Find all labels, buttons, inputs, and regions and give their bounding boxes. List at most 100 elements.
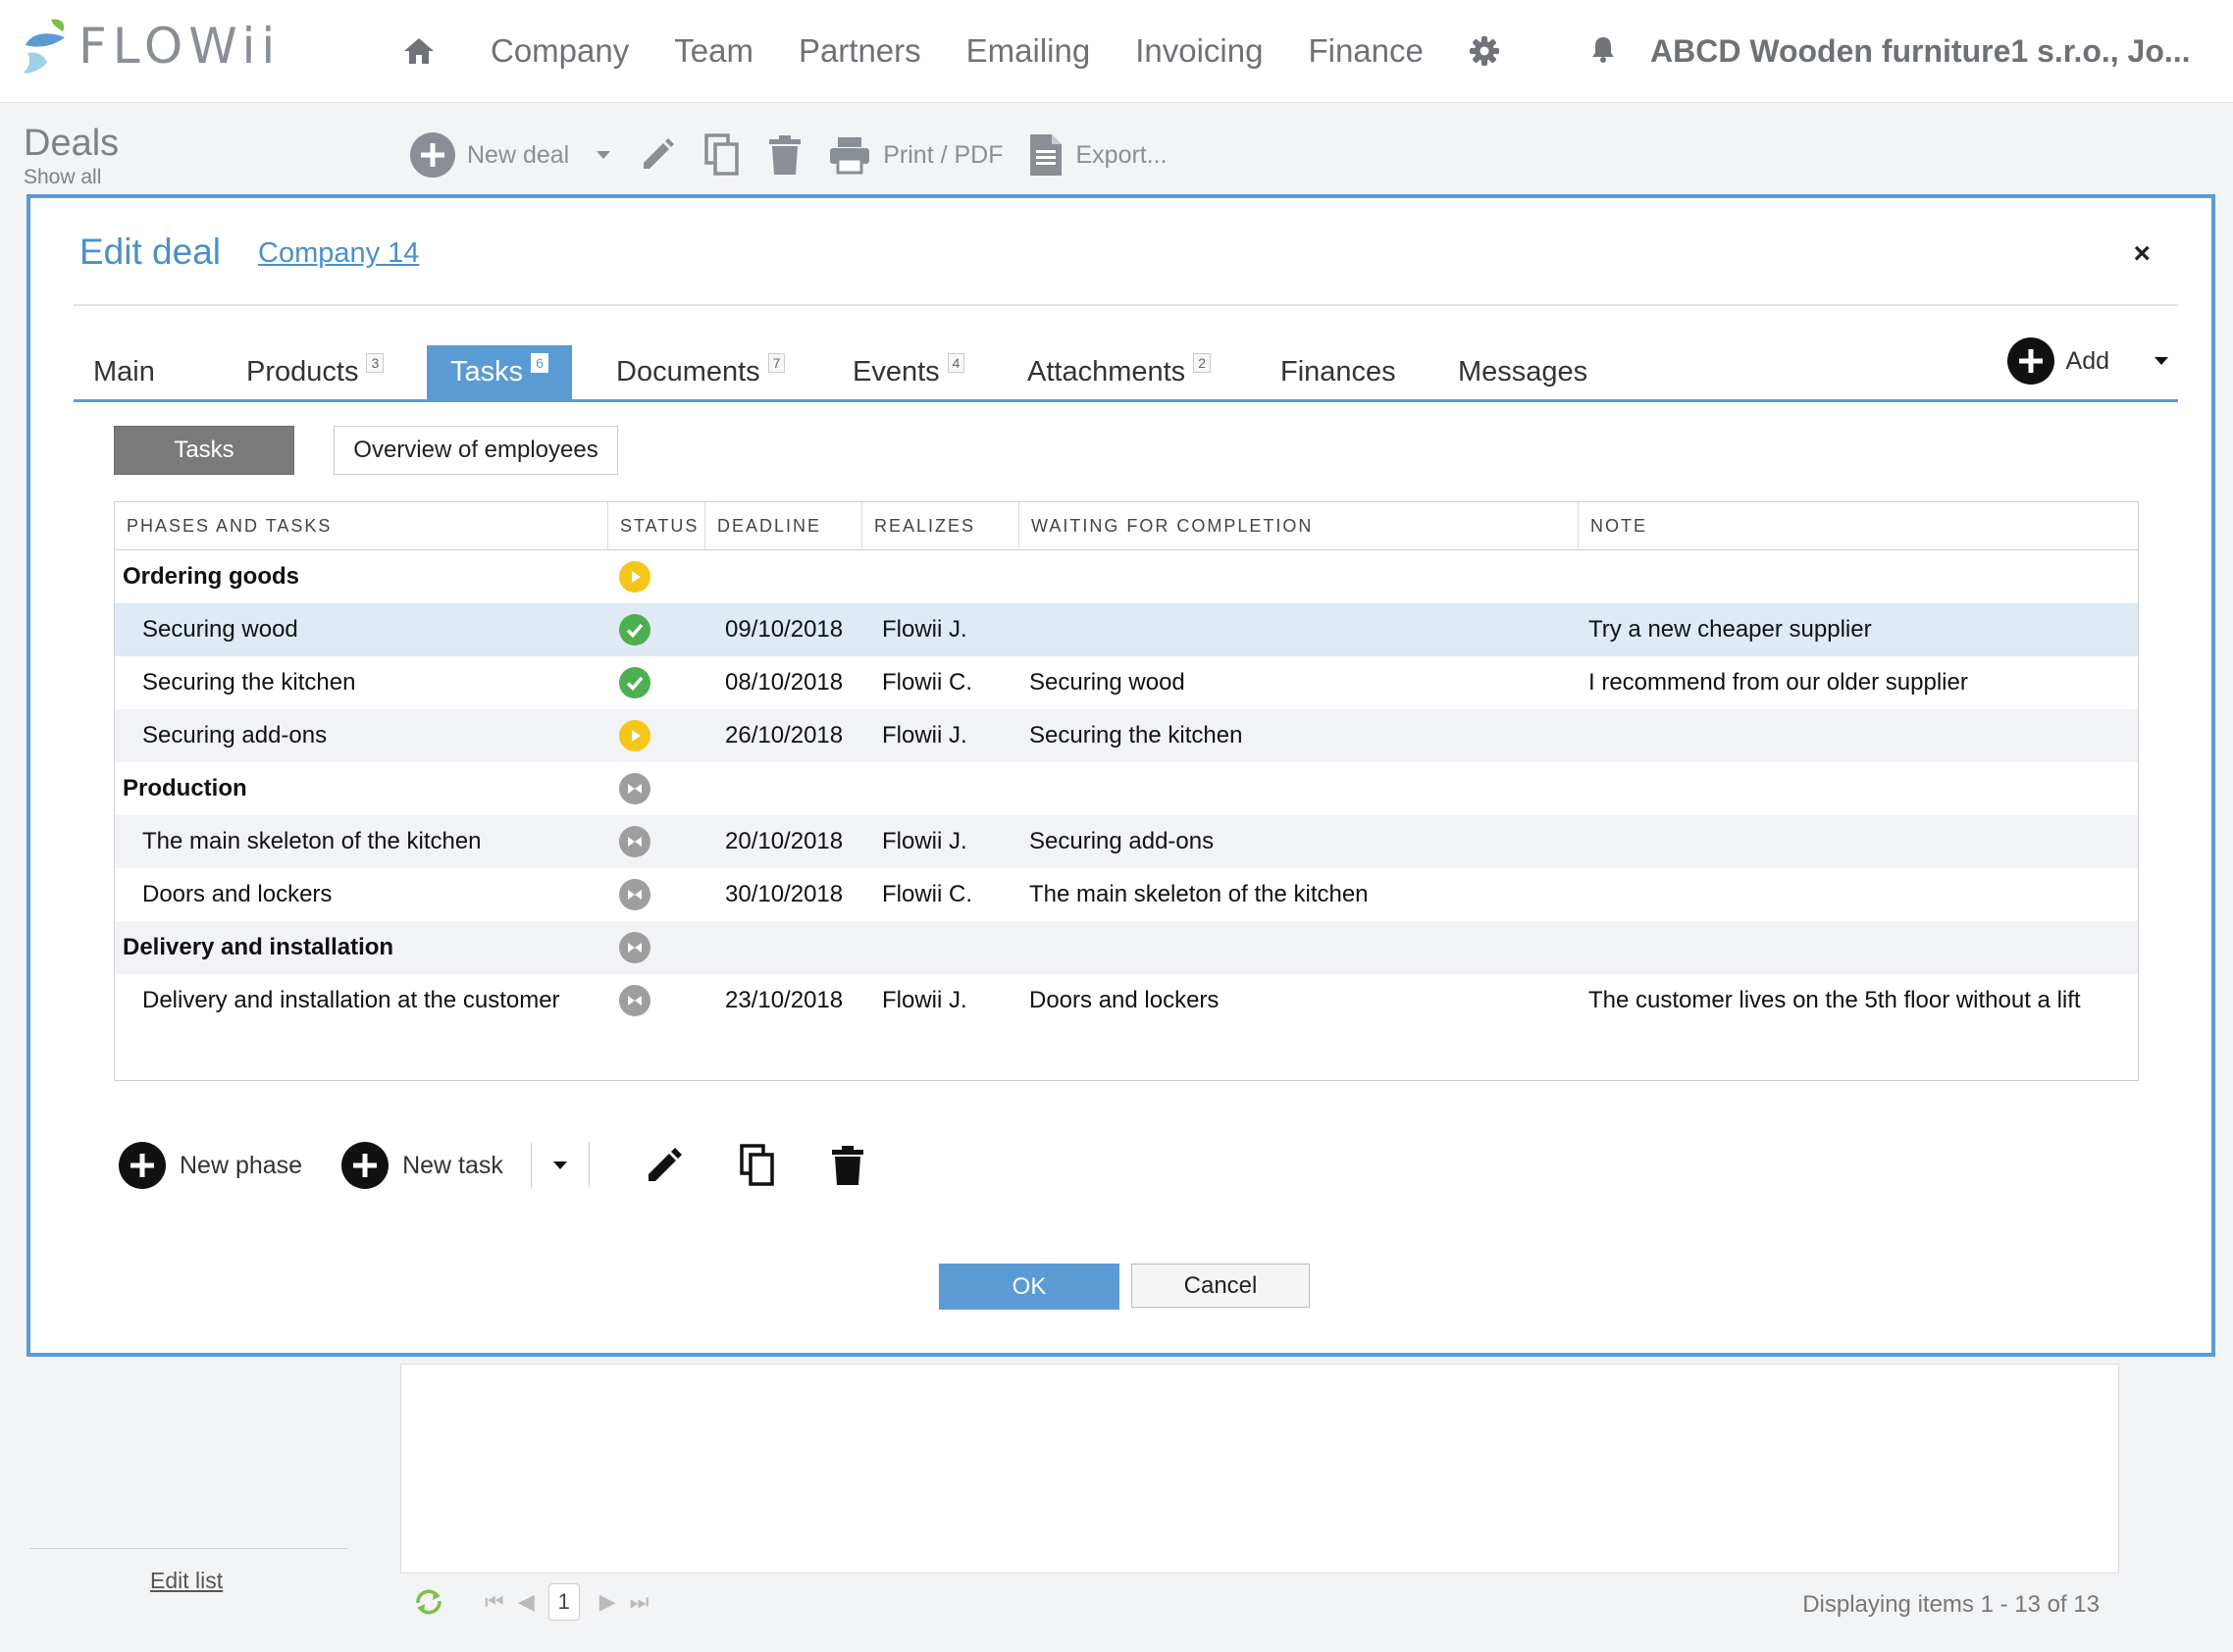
task-row[interactable]: Securing wood 09/10/2018 Flowii J. Try a ne… — [115, 603, 2138, 656]
task-row[interactable]: Delivery and installation at the custome… — [115, 974, 2138, 1027]
copy-icon — [704, 133, 739, 176]
nav-item-emailing[interactable]: Emailing — [966, 32, 1091, 70]
new-phase-button[interactable]: New phase — [119, 1142, 302, 1189]
copy-icon — [740, 1144, 774, 1186]
tab-count-badge: 6 — [531, 352, 548, 373]
trash-icon — [769, 135, 802, 175]
copy-task-button[interactable] — [739, 1144, 776, 1187]
new-task-button[interactable]: New task — [341, 1142, 503, 1189]
status-done-check-icon — [619, 614, 650, 645]
task-row[interactable]: The main skeleton of the kitchen 20/10/20… — [115, 815, 2138, 868]
page-title: Deals — [24, 123, 120, 164]
cell-name: The main skeleton of the kitchen — [142, 828, 482, 854]
last-page-icon[interactable]: ⏭ — [630, 1589, 649, 1615]
displaying-items-text: Displaying items 1 - 13 of 13 — [1802, 1591, 2100, 1618]
edit-deal-button[interactable] — [638, 135, 677, 175]
tab-label: Products — [246, 356, 359, 387]
column-header[interactable]: REALIZES — [861, 502, 1018, 549]
new-deal-label: New deal — [467, 140, 570, 169]
nav-item-finance[interactable]: Finance — [1308, 32, 1423, 70]
dialog-title: Edit deal — [79, 232, 221, 272]
tab-events[interactable]: Events 4 — [853, 345, 965, 399]
grid-header: PHASES AND TASKS STATUS DEADLINE REALIZE… — [115, 502, 2138, 550]
deals-toolbar: New deal Print / PDF Export... — [410, 132, 1193, 178]
next-page-icon[interactable]: ▶ — [599, 1589, 616, 1615]
tab-count-badge: 2 — [1193, 352, 1211, 373]
plus-circle-icon — [2006, 337, 2054, 385]
logo[interactable]: FLOWii — [22, 16, 281, 77]
export-button[interactable]: Export... — [1028, 132, 1168, 178]
new-deal-dropdown[interactable] — [595, 149, 612, 161]
cell-waiting: Securing the kitchen — [1029, 722, 1243, 749]
sidebar-divider — [29, 1548, 347, 1549]
account-area: ABCD Wooden furniture1 s.r.o., Jo... — [1589, 0, 2191, 102]
delete-deal-button[interactable] — [767, 134, 803, 176]
account-name[interactable]: ABCD Wooden furniture1 s.r.o., Jo... — [1650, 33, 2191, 70]
print-pdf-button[interactable]: Print / PDF — [828, 135, 1003, 175]
nav-item-team[interactable]: Team — [674, 32, 753, 70]
nav-item-invoicing[interactable]: Invoicing — [1135, 32, 1263, 70]
cancel-button[interactable]: Cancel — [1131, 1264, 1310, 1308]
cell-note: Try a new cheaper supplier — [1588, 616, 1872, 643]
task-view-switch: Tasks Overview of employees — [114, 426, 618, 475]
phase-row[interactable]: Ordering goods — [115, 550, 2138, 603]
cell-realizes: Flowii C. — [882, 669, 973, 696]
cell-waiting: Doors and lockers — [1029, 987, 1220, 1013]
cell-deadline: 30/10/2018 — [725, 881, 844, 907]
phase-row[interactable]: Production — [115, 762, 2138, 815]
prev-page-icon[interactable]: ◀ — [518, 1589, 535, 1615]
logo-text: FLOWii — [78, 18, 282, 75]
cell-name: Securing wood — [142, 616, 298, 643]
task-row[interactable]: Securing the kitchen 08/10/2018 Flowii C. S… — [115, 656, 2138, 709]
pencil-icon — [648, 1148, 682, 1181]
printer-icon — [830, 137, 870, 175]
notification-bell-icon[interactable] — [1589, 34, 1617, 69]
dialog-divider — [74, 304, 2178, 306]
copy-deal-button[interactable] — [702, 133, 742, 177]
company-link[interactable]: Company 14 — [258, 237, 419, 270]
nav-item-partners[interactable]: Partners — [799, 32, 921, 70]
tab-label: Attachments — [1027, 356, 1186, 387]
plus-circle-icon — [119, 1142, 166, 1189]
column-header[interactable]: NOTE — [1578, 502, 2138, 549]
tab-main[interactable]: Main — [93, 345, 155, 399]
page-number[interactable]: 1 — [547, 1583, 580, 1621]
edit-list-link[interactable]: Edit list — [150, 1568, 223, 1594]
export-label: Export... — [1075, 140, 1168, 169]
tab-documents[interactable]: Documents 7 — [616, 345, 786, 399]
tab-tasks[interactable]: Tasks 6 — [427, 345, 572, 399]
edit-task-button[interactable] — [645, 1146, 684, 1185]
column-header[interactable]: WAITING FOR COMPLETION — [1018, 502, 1578, 549]
task-row[interactable]: Securing add-ons 26/10/2018 Flowii J. Secur… — [115, 709, 2138, 762]
cell-waiting: Securing add-ons — [1029, 828, 1215, 854]
trash-icon — [831, 1146, 863, 1185]
tab-label: Messages — [1458, 356, 1588, 387]
ok-button[interactable]: OK — [939, 1264, 1119, 1310]
add-button[interactable]: Add — [2006, 337, 2170, 385]
first-page-icon[interactable]: ⏮ — [485, 1589, 504, 1615]
column-header[interactable]: STATUS — [607, 502, 704, 549]
new-deal-button[interactable]: New deal — [410, 132, 569, 178]
cell-note: I recommend from our older supplier — [1588, 669, 1968, 696]
new-task-dropdown[interactable] — [551, 1160, 569, 1171]
status-waiting-icon — [619, 773, 650, 804]
phase-row[interactable]: Delivery and installation — [115, 921, 2138, 974]
page-filter-label[interactable]: Show all — [24, 166, 101, 189]
task-row[interactable]: Doors and lockers 30/10/2018 Flowii C. The … — [115, 868, 2138, 921]
column-header[interactable]: PHASES AND TASKS — [115, 502, 607, 549]
column-header[interactable]: DEADLINE — [704, 502, 861, 549]
tab-attachments[interactable]: Attachments 2 — [1027, 345, 1211, 399]
nav-item-company[interactable]: Company — [491, 32, 629, 70]
tab-messages[interactable]: Messages — [1458, 345, 1587, 399]
settings-gear-icon[interactable] — [1469, 35, 1500, 67]
overview-of-employees-button[interactable]: Overview of employees — [334, 426, 618, 475]
close-icon[interactable]: × — [2133, 237, 2151, 271]
home-icon[interactable] — [402, 36, 436, 66]
tasks-view-button[interactable]: Tasks — [114, 426, 294, 475]
page-header: Deals Show all New deal Print / PDF Expo… — [0, 103, 2233, 196]
delete-task-button[interactable] — [831, 1145, 864, 1186]
tab-products[interactable]: Products 3 — [246, 345, 385, 399]
tab-finances[interactable]: Finances — [1280, 345, 1396, 399]
print-pdf-label: Print / PDF — [883, 140, 1004, 169]
refresh-icon[interactable] — [412, 1587, 445, 1617]
